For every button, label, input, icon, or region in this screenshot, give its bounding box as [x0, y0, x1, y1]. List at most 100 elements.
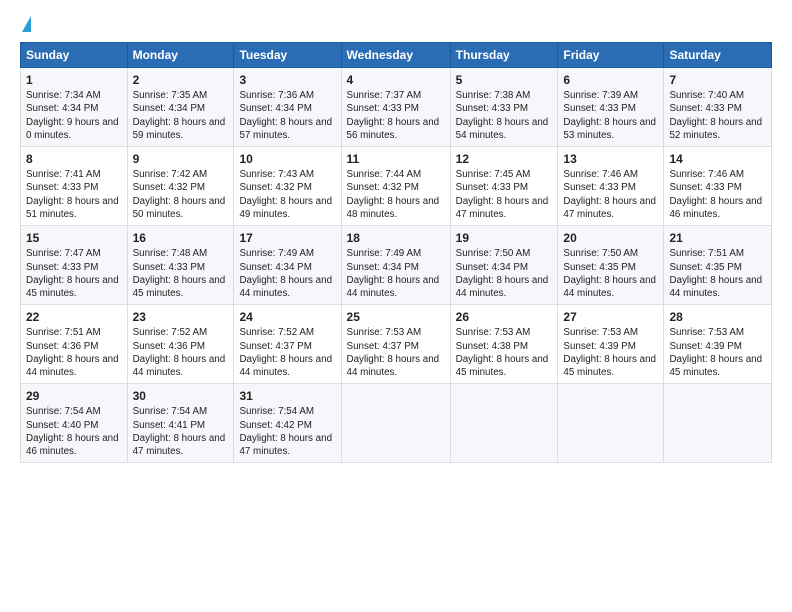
sunset-info: Sunset: 4:32 PM	[239, 181, 335, 194]
daylight-info: Daylight: 8 hours and 45 minutes.	[456, 353, 553, 379]
sunset-info: Sunset: 4:34 PM	[456, 261, 553, 274]
daylight-info: Daylight: 8 hours and 47 minutes.	[563, 195, 658, 221]
sunrise-info: Sunrise: 7:42 AM	[133, 168, 229, 181]
sunset-info: Sunset: 4:36 PM	[133, 340, 229, 353]
sunset-info: Sunset: 4:32 PM	[347, 181, 445, 194]
sunrise-info: Sunrise: 7:34 AM	[26, 89, 122, 102]
daylight-info: Daylight: 8 hours and 51 minutes.	[26, 195, 122, 221]
day-cell: 22Sunrise: 7:51 AMSunset: 4:36 PMDayligh…	[21, 305, 128, 384]
sunrise-info: Sunrise: 7:38 AM	[456, 89, 553, 102]
daylight-info: Daylight: 8 hours and 56 minutes.	[347, 116, 445, 142]
day-number: 23	[133, 309, 229, 325]
day-cell: 16Sunrise: 7:48 AMSunset: 4:33 PMDayligh…	[127, 226, 234, 305]
day-number: 11	[347, 151, 445, 167]
day-number: 30	[133, 388, 229, 404]
sunrise-info: Sunrise: 7:52 AM	[239, 326, 335, 339]
daylight-info: Daylight: 8 hours and 45 minutes.	[26, 274, 122, 300]
daylight-info: Daylight: 8 hours and 50 minutes.	[133, 195, 229, 221]
day-number: 28	[669, 309, 766, 325]
week-row-2: 8Sunrise: 7:41 AMSunset: 4:33 PMDaylight…	[21, 147, 772, 226]
sunrise-info: Sunrise: 7:40 AM	[669, 89, 766, 102]
sunrise-info: Sunrise: 7:54 AM	[133, 405, 229, 418]
sunset-info: Sunset: 4:33 PM	[669, 181, 766, 194]
day-number: 19	[456, 230, 553, 246]
day-cell: 11Sunrise: 7:44 AMSunset: 4:32 PMDayligh…	[341, 147, 450, 226]
daylight-info: Daylight: 8 hours and 44 minutes.	[347, 274, 445, 300]
sunset-info: Sunset: 4:37 PM	[347, 340, 445, 353]
sunrise-info: Sunrise: 7:47 AM	[26, 247, 122, 260]
sunset-info: Sunset: 4:35 PM	[563, 261, 658, 274]
sunrise-info: Sunrise: 7:53 AM	[669, 326, 766, 339]
sunset-info: Sunset: 4:35 PM	[669, 261, 766, 274]
day-cell: 24Sunrise: 7:52 AMSunset: 4:37 PMDayligh…	[234, 305, 341, 384]
sunset-info: Sunset: 4:39 PM	[669, 340, 766, 353]
daylight-info: Daylight: 8 hours and 59 minutes.	[133, 116, 229, 142]
day-number: 29	[26, 388, 122, 404]
day-cell: 9Sunrise: 7:42 AMSunset: 4:32 PMDaylight…	[127, 147, 234, 226]
day-cell: 3Sunrise: 7:36 AMSunset: 4:34 PMDaylight…	[234, 68, 341, 147]
calendar-table: SundayMondayTuesdayWednesdayThursdayFrid…	[20, 42, 772, 463]
sunset-info: Sunset: 4:33 PM	[563, 181, 658, 194]
week-row-1: 1Sunrise: 7:34 AMSunset: 4:34 PMDaylight…	[21, 68, 772, 147]
calendar-header: SundayMondayTuesdayWednesdayThursdayFrid…	[21, 43, 772, 68]
sunset-info: Sunset: 4:33 PM	[563, 102, 658, 115]
day-cell	[450, 384, 558, 463]
sunrise-info: Sunrise: 7:37 AM	[347, 89, 445, 102]
day-cell: 25Sunrise: 7:53 AMSunset: 4:37 PMDayligh…	[341, 305, 450, 384]
day-number: 13	[563, 151, 658, 167]
daylight-info: Daylight: 8 hours and 46 minutes.	[26, 432, 122, 458]
daylight-info: Daylight: 8 hours and 44 minutes.	[456, 274, 553, 300]
week-row-5: 29Sunrise: 7:54 AMSunset: 4:40 PMDayligh…	[21, 384, 772, 463]
day-cell	[558, 384, 664, 463]
sunrise-info: Sunrise: 7:48 AM	[133, 247, 229, 260]
day-cell: 29Sunrise: 7:54 AMSunset: 4:40 PMDayligh…	[21, 384, 128, 463]
day-number: 26	[456, 309, 553, 325]
daylight-info: Daylight: 8 hours and 45 minutes.	[563, 353, 658, 379]
day-number: 1	[26, 72, 122, 88]
daylight-info: Daylight: 8 hours and 49 minutes.	[239, 195, 335, 221]
sunrise-info: Sunrise: 7:53 AM	[347, 326, 445, 339]
sunrise-info: Sunrise: 7:46 AM	[563, 168, 658, 181]
daylight-info: Daylight: 8 hours and 53 minutes.	[563, 116, 658, 142]
daylight-info: Daylight: 8 hours and 44 minutes.	[347, 353, 445, 379]
sunset-info: Sunset: 4:34 PM	[26, 102, 122, 115]
sunrise-info: Sunrise: 7:41 AM	[26, 168, 122, 181]
day-cell: 23Sunrise: 7:52 AMSunset: 4:36 PMDayligh…	[127, 305, 234, 384]
sunset-info: Sunset: 4:33 PM	[456, 181, 553, 194]
sunrise-info: Sunrise: 7:36 AM	[239, 89, 335, 102]
day-cell: 5Sunrise: 7:38 AMSunset: 4:33 PMDaylight…	[450, 68, 558, 147]
sunrise-info: Sunrise: 7:35 AM	[133, 89, 229, 102]
calendar-body: 1Sunrise: 7:34 AMSunset: 4:34 PMDaylight…	[21, 68, 772, 463]
day-number: 20	[563, 230, 658, 246]
sunrise-info: Sunrise: 7:43 AM	[239, 168, 335, 181]
page: SundayMondayTuesdayWednesdayThursdayFrid…	[0, 0, 792, 612]
day-number: 12	[456, 151, 553, 167]
day-cell: 26Sunrise: 7:53 AMSunset: 4:38 PMDayligh…	[450, 305, 558, 384]
day-number: 8	[26, 151, 122, 167]
day-number: 31	[239, 388, 335, 404]
day-cell: 13Sunrise: 7:46 AMSunset: 4:33 PMDayligh…	[558, 147, 664, 226]
sunset-info: Sunset: 4:32 PM	[133, 181, 229, 194]
header-cell-sunday: Sunday	[21, 43, 128, 68]
daylight-info: Daylight: 8 hours and 57 minutes.	[239, 116, 335, 142]
daylight-info: Daylight: 8 hours and 45 minutes.	[669, 353, 766, 379]
sunrise-info: Sunrise: 7:53 AM	[456, 326, 553, 339]
day-cell: 28Sunrise: 7:53 AMSunset: 4:39 PMDayligh…	[664, 305, 772, 384]
day-number: 9	[133, 151, 229, 167]
logo	[20, 18, 31, 32]
day-number: 2	[133, 72, 229, 88]
day-number: 22	[26, 309, 122, 325]
day-cell	[664, 384, 772, 463]
daylight-info: Daylight: 8 hours and 44 minutes.	[26, 353, 122, 379]
sunset-info: Sunset: 4:37 PM	[239, 340, 335, 353]
daylight-info: Daylight: 8 hours and 54 minutes.	[456, 116, 553, 142]
day-cell: 4Sunrise: 7:37 AMSunset: 4:33 PMDaylight…	[341, 68, 450, 147]
sunrise-info: Sunrise: 7:45 AM	[456, 168, 553, 181]
sunset-info: Sunset: 4:38 PM	[456, 340, 553, 353]
day-cell: 27Sunrise: 7:53 AMSunset: 4:39 PMDayligh…	[558, 305, 664, 384]
day-cell: 21Sunrise: 7:51 AMSunset: 4:35 PMDayligh…	[664, 226, 772, 305]
sunset-info: Sunset: 4:34 PM	[239, 102, 335, 115]
sunset-info: Sunset: 4:34 PM	[239, 261, 335, 274]
header-cell-monday: Monday	[127, 43, 234, 68]
day-cell: 1Sunrise: 7:34 AMSunset: 4:34 PMDaylight…	[21, 68, 128, 147]
